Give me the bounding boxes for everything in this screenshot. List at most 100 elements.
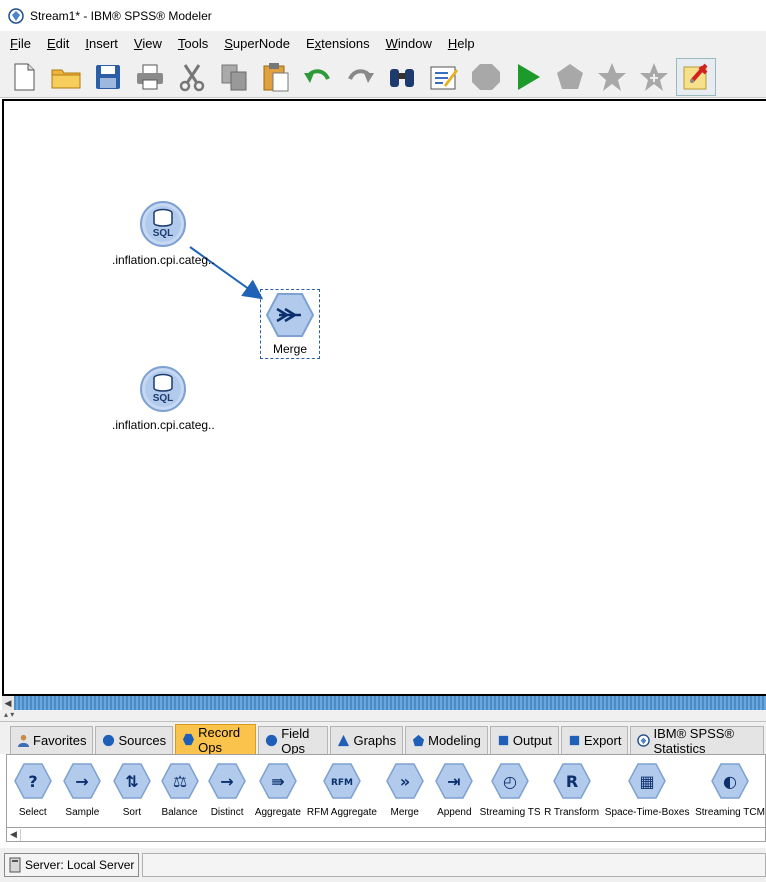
palette-tab-label: Record Ops [198,724,241,755]
main-toolbar [0,56,766,98]
palette-node-select[interactable]: ? Select [11,763,55,827]
new-stream-button[interactable] [4,58,44,96]
print-button[interactable] [130,58,170,96]
scroll-left-arrow-icon[interactable]: ◀ [7,828,21,841]
menu-window[interactable]: Window [378,36,440,51]
palette-node-label: R Transform [544,807,600,818]
palette-node-space-time-boxes[interactable]: ▦ Space-Time-Boxes [605,763,689,827]
palette-tab-favorites[interactable]: Favorites [10,726,94,754]
redo-button[interactable] [340,58,380,96]
node-glyph: ? [28,772,37,791]
node-palette: ? Select → Sample ⇅ Sort ⚖ Balance → Distinct ⇛ Agg… [6,754,766,828]
menu-tools[interactable]: Tools [170,36,216,51]
sql-source-node-2[interactable]: SQL .inflation.cpi.categ.. [112,364,215,432]
save-stream-button[interactable] [88,58,128,96]
palette-node-sort[interactable]: ⇅ Sort [110,763,154,827]
open-folder-icon [51,69,81,88]
copy-button[interactable] [214,58,254,96]
pane-splitter[interactable]: ▴ ▾ [0,710,766,722]
menu-edit[interactable]: Edit [39,36,77,51]
new-document-icon [14,63,35,90]
palette-node-r-transform[interactable]: R R Transform [544,763,599,827]
node-glyph: R [565,772,577,791]
palette-tab-ibm-spss-statistics[interactable]: IBM® SPSS® Statistics [630,726,764,756]
node-glyph: ◴ [503,772,517,791]
palette-tab-output[interactable]: Output [489,726,559,754]
open-stream-button[interactable] [46,58,86,96]
palette-tab-export[interactable]: Export [560,726,629,754]
run-selection-icon [557,63,583,89]
undo-icon [304,68,330,83]
stream-canvas[interactable]: SQL .inflation.cpi.categ.. Merge SQL .in… [2,99,766,696]
square-icon [568,734,584,747]
palette-node-streaming-ts[interactable]: ◴ Streaming TS [480,763,541,827]
undo-button[interactable] [298,58,338,96]
palette-node-merge[interactable]: » Merge [383,763,427,827]
run-icon [518,63,540,90]
palette-tab-modeling[interactable]: Modeling [405,726,488,754]
node-glyph: » [400,772,410,791]
palette-node-append[interactable]: ⇥ Append [433,763,477,827]
title-bar: Stream1* - IBM® SPSS® Modeler [0,0,766,31]
node-hexagon-icon: ◴ [491,763,529,799]
node-glyph: RFM [331,778,353,788]
palette-node-aggregate[interactable]: ⇛ Aggregate [255,763,301,827]
menu-view[interactable]: View [126,36,170,51]
palette-scrollbar[interactable]: ◀ [6,828,766,842]
person-icon [17,734,33,747]
server-status[interactable]: Server: Local Server [4,853,140,877]
node-label: Merge [272,342,307,356]
triangle-icon [337,734,353,747]
palette-tabs: Favorites Sources Record Ops Field Ops Graph… [0,722,766,756]
canvas-horizontal-scrollbar[interactable]: ◀ [2,696,766,710]
server-icon [9,857,21,873]
scroll-thumb[interactable] [14,696,766,710]
node-hexagon-icon: ◐ [711,763,749,799]
palette-tab-field-ops[interactable]: Field Ops [258,725,329,756]
edit-properties-button[interactable] [424,58,464,96]
run-selection-button[interactable] [550,58,590,96]
sql-icon-text: SQL [153,393,174,404]
spss-modeler-app-icon [8,7,24,24]
node-hexagon-icon: ⇅ [113,763,151,799]
palette-node-label: RFM Aggregate [306,807,377,818]
menu-file[interactable]: File [2,36,39,51]
model-star-button[interactable] [592,58,632,96]
cut-button[interactable] [172,58,212,96]
node-glyph: ⇛ [271,772,284,791]
palette-node-balance[interactable]: ⚖ Balance [158,763,202,827]
status-message-area [142,853,766,877]
menu-insert[interactable]: Insert [77,36,126,51]
palette-tab-label: Field Ops [281,725,310,756]
palette-node-label: Aggregate [254,807,301,818]
circle-icon [265,734,281,747]
merge-node[interactable]: Merge [260,289,320,359]
palette-tab-record-ops[interactable]: Record Ops [175,724,257,755]
palette-node-sample[interactable]: → Sample [61,763,105,827]
menu-supernode[interactable]: SuperNode [216,36,298,51]
palette-node-distinct[interactable]: → Distinct [205,763,249,827]
spss-icon [637,734,653,747]
model-star-plus-button[interactable] [634,58,674,96]
run-stream-button[interactable] [508,58,548,96]
palette-node-streaming-tcm[interactable]: ◐ Streaming TCM [695,763,765,827]
node-hexagon-icon: ⇛ [259,763,297,799]
menu-help[interactable]: Help [440,36,483,51]
palette-node-rfm-aggregate[interactable]: RFM RFM Aggregate [307,763,377,827]
node-glyph: → [76,772,89,791]
palette-tab-label: Favorites [33,733,87,748]
scroll-left-arrow-icon[interactable]: ◀ [2,696,14,710]
palette-node-label: Space-Time-Boxes [604,807,690,818]
palette-tab-sources[interactable]: Sources [95,726,174,754]
paste-button[interactable] [256,58,296,96]
palette-tab-graphs[interactable]: Graphs [330,726,404,754]
palette-node-label: Select [18,807,47,818]
find-button[interactable] [382,58,422,96]
stop-execution-button[interactable] [466,58,506,96]
sql-source-node-1[interactable]: SQL .inflation.cpi.categ.. [112,199,215,267]
node-glyph: ◐ [723,772,737,791]
palette-tab-label: Modeling [428,733,481,748]
pentagon-icon [412,734,428,747]
annotation-pin-button[interactable] [676,57,716,96]
menu-extensions[interactable]: Extensions [298,36,378,51]
